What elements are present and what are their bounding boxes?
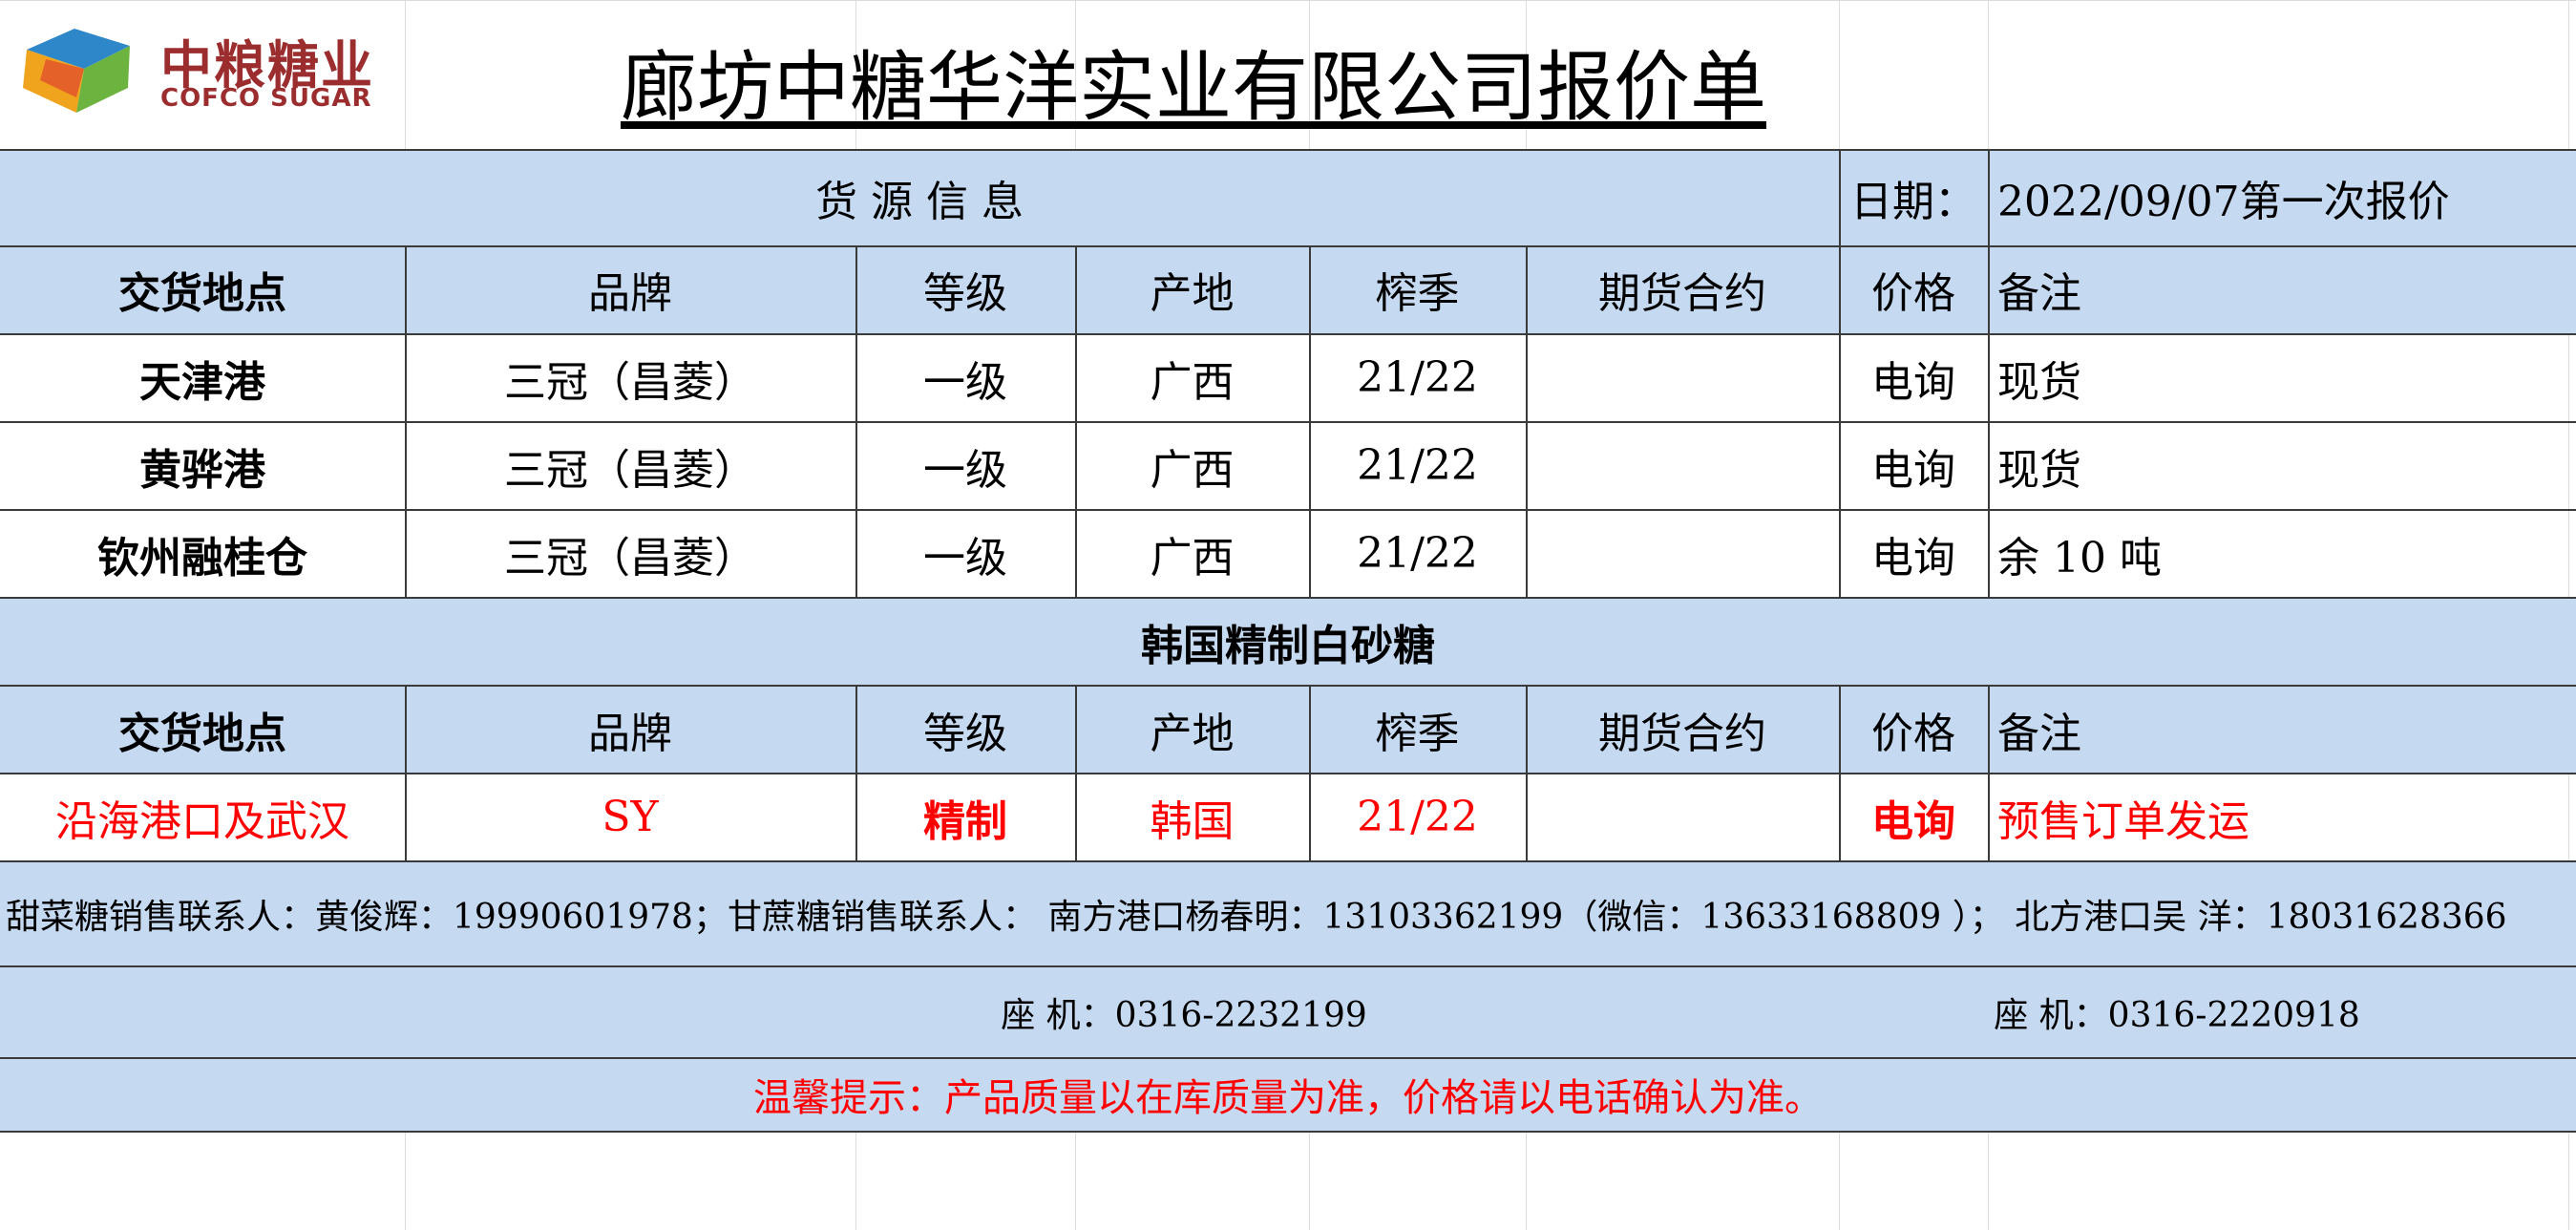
cofco-sugar-logo: 中粮糖业 COFCO SUGAR: [17, 21, 399, 117]
table-row-origin: 广西: [1150, 357, 1235, 407]
table-row-season: 21/22: [1357, 793, 1478, 841]
source-info-label: 货 源 信 息: [815, 178, 1024, 226]
date-label: 日期：: [1850, 178, 1976, 226]
landline-south: 座 机：0316-2232199: [1001, 995, 1367, 1035]
notice-text: 温馨提示：产品质量以在库质量为准，价格请以电话确认为准。: [753, 1076, 1823, 1120]
table-row-price: 电询: [1871, 445, 1955, 495]
table-row-remark: 余 10 吨: [1997, 533, 2162, 583]
table-row-remark: 现货: [1997, 445, 2081, 495]
page-title: 廊坊中糖华洋实业有限公司报价单: [621, 43, 1766, 132]
cube-logo-icon: [23, 29, 130, 113]
table-row-price: 电询: [1871, 533, 1955, 583]
table-row-grade: 一级: [923, 357, 1007, 407]
table-row-futures: [1526, 774, 1839, 860]
table-row-brand: 三冠（昌菱）: [504, 533, 756, 583]
table-row-remark: 预售订单发运: [1997, 796, 2249, 846]
landline-north: 座 机：0316-2220918: [1994, 995, 2360, 1035]
table-row-season: 21/22: [1357, 529, 1478, 578]
table-row-remark: 现货: [1997, 357, 2081, 407]
table-row-price: 电询: [1871, 796, 1955, 846]
table-row-origin: 广西: [1150, 445, 1235, 495]
header-origin: 产地: [1150, 269, 1235, 318]
header-remark: 备注: [1997, 709, 2081, 758]
header-season: 榨季: [1375, 709, 1460, 758]
date-value: 2022/09/07第一次报价: [1997, 178, 2450, 226]
header-price: 价格: [1871, 709, 1955, 758]
table-row-brand: 三冠（昌菱）: [504, 357, 756, 407]
table-row-origin: 广西: [1150, 533, 1235, 583]
header-remark: 备注: [1997, 269, 2081, 318]
section2-title: 韩国精制白砂糖: [1141, 621, 1435, 670]
table-row-season: 21/22: [1357, 441, 1478, 490]
header-brand: 品牌: [588, 269, 672, 318]
header-delivery-location: 交货地点: [118, 269, 286, 318]
table-row-futures: [1526, 510, 1839, 597]
header-grade: 等级: [923, 709, 1007, 758]
header-season: 榨季: [1375, 269, 1460, 318]
header-delivery-location: 交货地点: [118, 709, 286, 758]
table-row-season: 21/22: [1357, 353, 1478, 402]
header-futures: 期货合约: [1598, 709, 1766, 758]
table-row-origin: 韩国: [1150, 796, 1235, 846]
table-row-grade: 一级: [923, 445, 1007, 495]
header-futures: 期货合约: [1598, 269, 1766, 318]
table-row-grade: 一级: [923, 533, 1007, 583]
table-row-brand: 三冠（昌菱）: [504, 445, 756, 495]
contacts-line: 甜菜糖销售联系人：黄俊辉：19990601978；甘蔗糖销售联系人： 南方港口杨…: [6, 897, 2507, 937]
table-row-price: 电询: [1871, 357, 1955, 407]
table-row-futures: [1526, 422, 1839, 509]
table-row-location: 钦州融桂仓: [97, 533, 307, 583]
table-row-location: 天津港: [139, 357, 265, 407]
header-origin: 产地: [1150, 709, 1235, 758]
table-row-location: 黄骅港: [139, 445, 265, 495]
table-row-grade: 精制: [923, 796, 1007, 846]
header-brand: 品牌: [588, 709, 672, 758]
table-row-futures: [1526, 334, 1839, 421]
header-price: 价格: [1871, 269, 1955, 318]
table-row-brand: SY: [602, 793, 659, 841]
logo-text-en: COFCO SUGAR: [160, 84, 372, 113]
header-grade: 等级: [923, 269, 1007, 318]
table-row-location: 沿海港口及武汉: [55, 796, 349, 846]
